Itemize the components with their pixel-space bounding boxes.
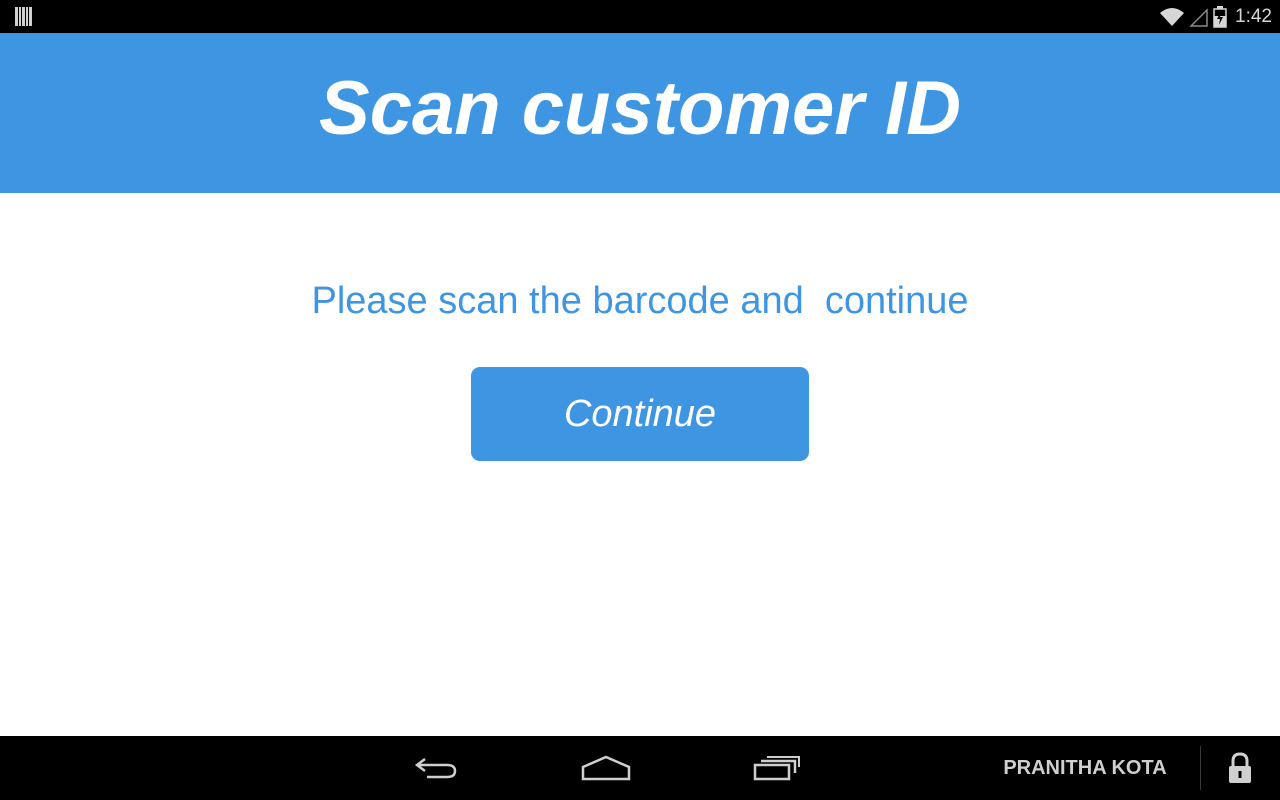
- back-button[interactable]: [391, 736, 481, 800]
- signal-icon: [1189, 7, 1208, 27]
- barcode-icon: [15, 7, 33, 26]
- navigation-bar: PRANITHA KOTA: [0, 736, 1280, 800]
- home-icon: [581, 755, 631, 781]
- home-button[interactable]: [561, 736, 651, 800]
- continue-button[interactable]: Continue: [471, 367, 809, 461]
- status-indicators: 1:42: [1159, 0, 1272, 33]
- lock-icon: [1229, 752, 1251, 783]
- recent-apps-icon: [753, 756, 800, 781]
- recent-apps-button[interactable]: [732, 736, 822, 800]
- page-title: Scan customer ID: [319, 65, 961, 151]
- logged-in-user-name: PRANITHA KOTA: [1003, 756, 1167, 779]
- status-bar: 1:42: [0, 0, 1280, 33]
- header: Scan customer ID: [0, 33, 1280, 193]
- back-icon: [414, 758, 457, 779]
- scan-instruction-text: Please scan the barcode and continue: [311, 280, 969, 322]
- status-time: 1:42: [1235, 5, 1272, 27]
- wifi-icon: [1160, 7, 1185, 26]
- battery-icon: [1213, 5, 1227, 28]
- lock-button[interactable]: [1212, 736, 1268, 800]
- nav-divider: [1200, 746, 1201, 790]
